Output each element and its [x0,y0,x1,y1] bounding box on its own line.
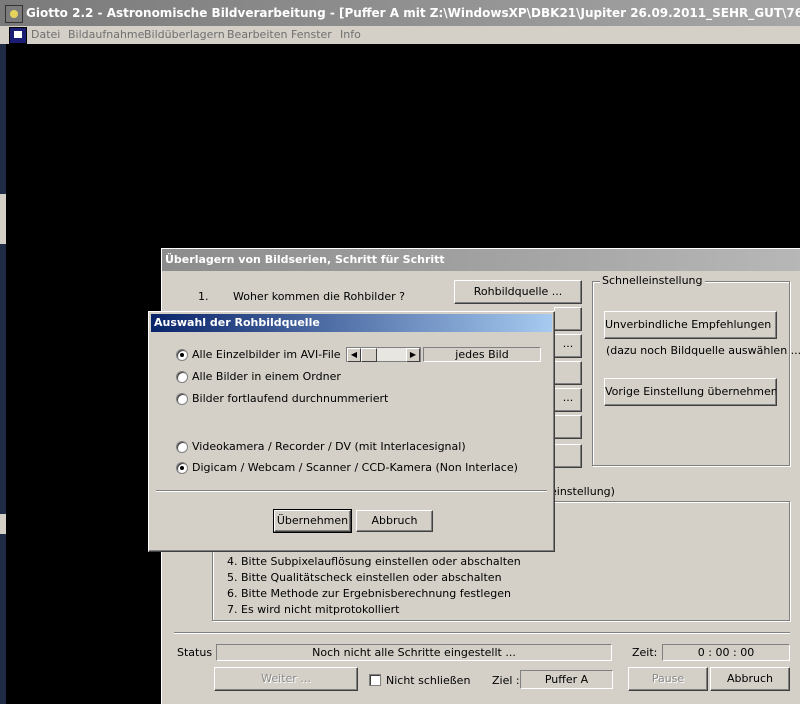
todo-item: 7. Es wird nicht mitprotokolliert [227,603,400,616]
frame-step-value: jedes Bild [423,347,541,362]
divider [174,632,790,634]
status-label: Status [177,646,213,659]
step7-button[interactable] [554,444,582,468]
radio-numbered-files-label[interactable]: Bilder fortlaufend durchnummeriert [192,392,388,405]
rohbildquelle-button[interactable]: Rohbildquelle ... [454,280,582,304]
step5-button[interactable]: ... [554,388,582,412]
source-dialog-titlebar[interactable]: Auswahl der Rohbildquelle [151,314,552,332]
scroll-right-arrow-icon[interactable]: ▶ [406,348,420,362]
target-field: Puffer A [520,670,613,689]
previous-settings-button[interactable]: Vorige Einstellung übernehmen [604,378,777,406]
main-window-titlebar[interactable]: Giotto 2.2 - Astronomische Bildverarbeit… [0,0,800,26]
radio-digicam-label[interactable]: Digicam / Webcam / Scanner / CCD-Kamera … [192,461,518,474]
status-field: Noch nicht alle Schritte eingestellt ... [216,644,612,661]
dont-close-checkbox[interactable] [369,674,381,686]
scroll-thumb[interactable] [361,348,377,362]
radio-videocamera-label[interactable]: Videokamera / Recorder / DV (mit Interla… [192,440,466,453]
source-selection-dialog: Auswahl der Rohbildquelle Alle Einzelbil… [148,311,555,552]
step4-button[interactable] [554,361,582,385]
menu-bearbeiten[interactable]: Bearbeiten [227,28,287,41]
time-field: 0 : 00 : 00 [662,644,790,661]
main-window-title: Giotto 2.2 - Astronomische Bildverarbeit… [26,6,800,20]
wizard-cancel-button[interactable]: Abbruch [710,667,790,691]
radio-digicam[interactable] [176,462,188,474]
apply-button[interactable]: Übernehmen [273,509,352,533]
step3-button[interactable]: ... [554,334,582,358]
quick-settings-legend: Schnelleinstellung [600,274,705,287]
divider [156,490,547,492]
todo-item: 4. Bitte Subpixelauflösung einstellen od… [227,555,521,568]
target-label: Ziel : [492,674,520,687]
radio-folder-label[interactable]: Alle Bilder in einem Ordner [192,370,341,383]
step1-number: 1. [198,290,209,303]
recommendations-button[interactable]: Unverbindliche Empfehlungen ... [604,311,777,339]
menubar: Datei Bildaufnahme Bildüberlagern Bearbe… [0,26,800,44]
next-button[interactable]: Weiter ... [214,667,358,691]
todo-item: 6. Bitte Methode zur Ergebnisberechnung … [227,587,511,600]
summary-group-label: einstellung) [550,485,615,498]
pause-button[interactable]: Pause [628,667,708,691]
step2-button[interactable] [554,307,582,331]
recommendations-hint: (dazu noch Bildquelle auswählen ...) [606,344,800,357]
giotto-app-icon[interactable] [5,5,23,23]
todo-item: 5. Bitte Qualitätscheck einstellen oder … [227,571,502,584]
menu-datei[interactable]: Datei [31,28,60,41]
radio-avi-file[interactable] [176,349,188,361]
step6-button[interactable] [554,415,582,439]
radio-avi-file-label[interactable]: Alle Einzelbilder im AVI-File [192,348,341,361]
radio-videocamera[interactable] [176,441,188,453]
dont-close-label: Nicht schließen [386,674,471,687]
document-system-menu-icon[interactable] [9,27,27,44]
menu-bildueberlagern[interactable]: Bildüberlagern [144,28,225,41]
time-label: Zeit: [632,646,658,659]
menu-fenster[interactable]: Fenster [291,28,332,41]
radio-folder[interactable] [176,371,188,383]
radio-numbered-files[interactable] [176,393,188,405]
frame-step-scrollbar[interactable]: ◀ ▶ [346,347,421,362]
quick-settings-group [592,281,790,466]
source-cancel-button[interactable]: Abbruch [356,510,433,532]
menu-bildaufnahme[interactable]: Bildaufnahme [68,28,144,41]
step1-question: Woher kommen die Rohbilder ? [233,290,405,303]
menu-info[interactable]: Info [340,28,361,41]
scroll-left-arrow-icon[interactable]: ◀ [347,348,361,362]
overlay-wizard-titlebar[interactable]: Überlagern von Bildserien, Schritt für S… [162,249,800,271]
